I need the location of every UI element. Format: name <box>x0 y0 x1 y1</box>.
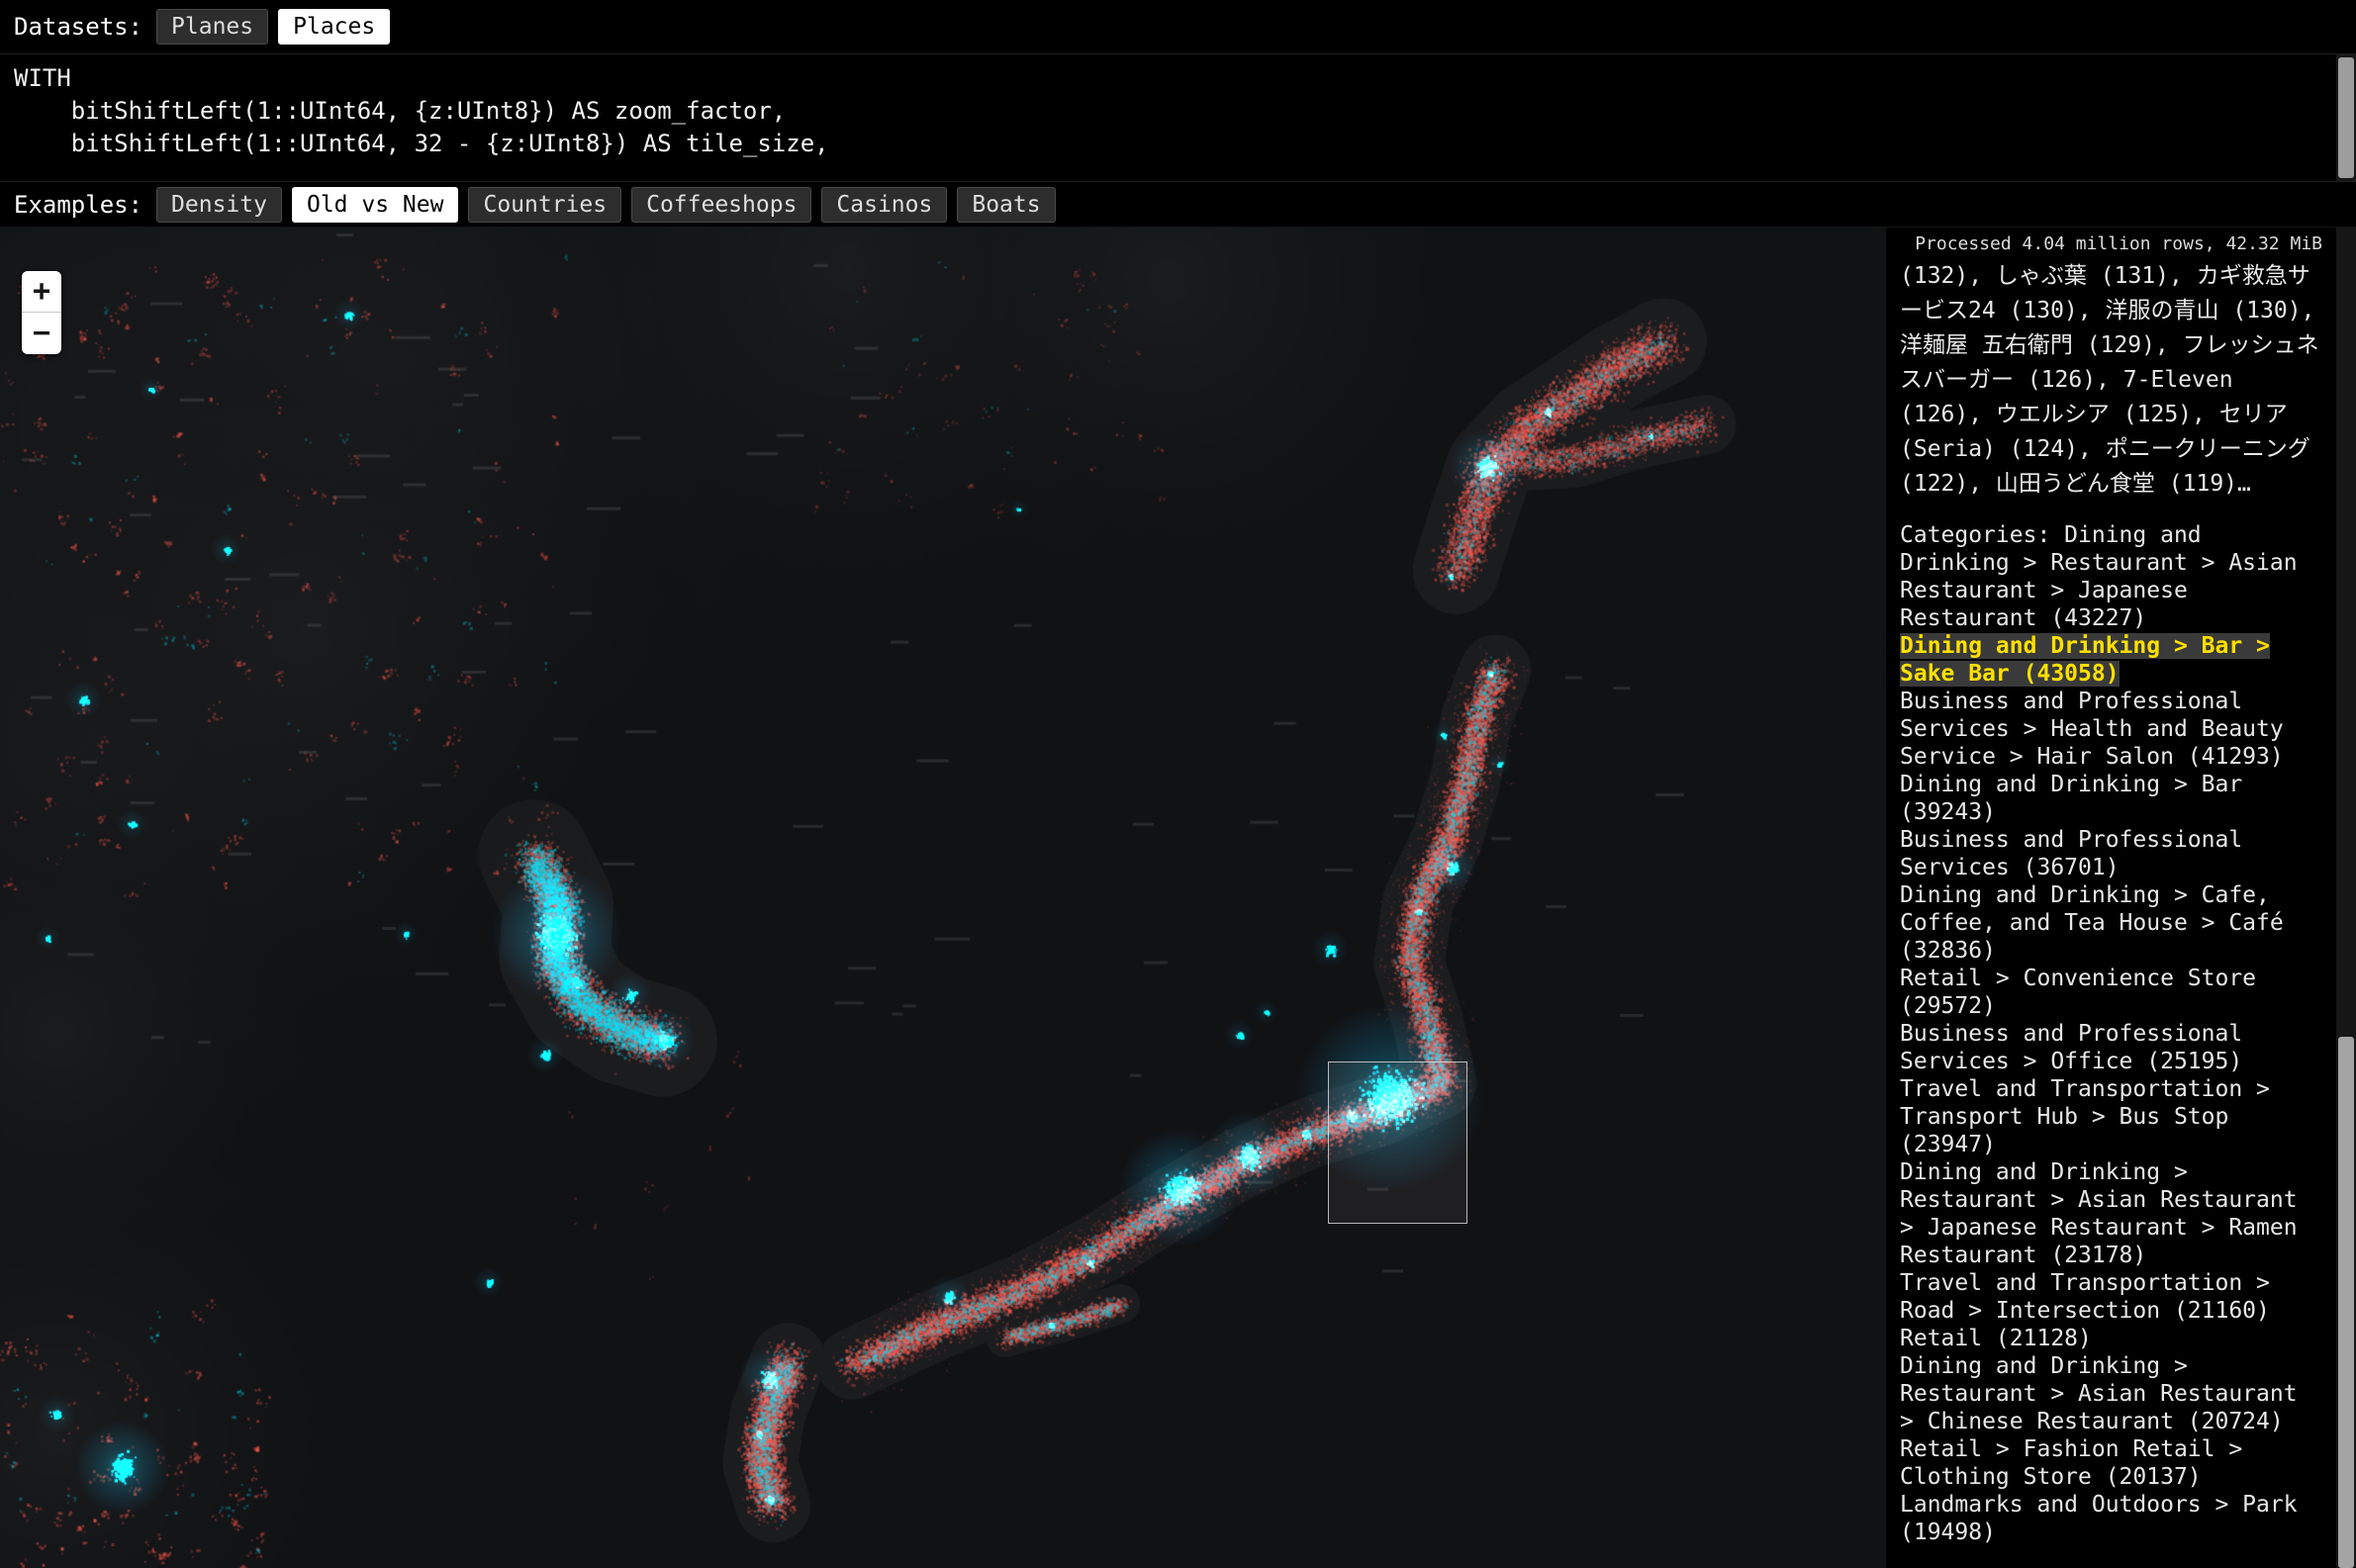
sql-editor[interactable]: WITH bitShiftLeft(1::UInt64, {z:UInt8}) … <box>0 53 2356 182</box>
sidebar-scrollbar[interactable] <box>2336 228 2356 1568</box>
category-item: Retail > Fashion Retail > Clothing Store… <box>1900 1435 2322 1491</box>
category-link[interactable]: Dining and Drinking > Bar (39243) <box>1900 772 2242 825</box>
category-link[interactable]: Travel and Transportation > Road > Inter… <box>1900 1270 2270 1324</box>
map-selection-box <box>1328 1061 1467 1224</box>
category-item: Travel and Transportation > Road > Inter… <box>1900 1269 2322 1325</box>
category-link[interactable]: Dining and Drinking > Restaurant > Asian… <box>1900 1159 2298 1268</box>
brands-list[interactable]: (132), しゃぶ葉 (131), カギ救急サービス24 (130), 洋服の… <box>1900 259 2322 502</box>
examples-bar: Examples: Density Old vs New Countries Coff… <box>0 182 2356 228</box>
sidebar: Processed 4.04 million rows, 42.32 MiB (… <box>1886 228 2336 1568</box>
status-text: Processed 4.04 million rows, 42.32 MiB <box>1900 231 2322 257</box>
app: Datasets: Planes Places WITH bitShiftLeft… <box>0 0 2356 1568</box>
category-link[interactable]: Retail (21128) <box>1900 1326 2092 1351</box>
category-item: Dining and Drinking > Cafe, Coffee, and … <box>1900 881 2322 965</box>
example-button-old-vs-new[interactable]: Old vs New <box>292 187 458 223</box>
category-item: Categories: Dining and Drinking > Restau… <box>1900 521 2322 632</box>
category-link[interactable]: Landmarks and Outdoors > Park (19498) <box>1900 1492 2298 1545</box>
example-button-countries[interactable]: Countries <box>468 187 621 223</box>
map-zoom-control: + − <box>22 271 61 354</box>
category-item: Retail (21128) <box>1900 1325 2322 1352</box>
category-link[interactable]: Retail > Fashion Retail > Clothing Store… <box>1900 1436 2242 1490</box>
category-item: Business and Professional Services > Off… <box>1900 1020 2322 1075</box>
sql-scrollbar-thumb[interactable] <box>2338 57 2354 178</box>
category-link[interactable]: Business and Professional Services > Off… <box>1900 1021 2242 1074</box>
category-item: Dining and Drinking > Bar (39243) <box>1900 771 2322 826</box>
zoom-in-button[interactable]: + <box>22 271 61 313</box>
example-button-casinos[interactable]: Casinos <box>821 187 947 223</box>
datasets-label: Datasets: <box>14 13 142 41</box>
datasets-buttons: Planes Places <box>156 9 390 45</box>
dataset-button-planes[interactable]: Planes <box>156 9 268 45</box>
datasets-bar: Datasets: Planes Places <box>0 0 2356 53</box>
category-link[interactable]: Dining and Drinking > Restaurant > Asian… <box>1900 1353 2298 1434</box>
example-button-coffeeshops[interactable]: Coffeeshops <box>631 187 811 223</box>
category-item: Landmarks and Outdoors > Park (19498) <box>1900 1491 2322 1546</box>
category-item: Dining and Drinking > Bar > Sake Bar (43… <box>1900 632 2322 688</box>
category-link[interactable]: Business and Professional Services > Hea… <box>1900 689 2284 770</box>
examples-label: Examples: <box>14 191 142 219</box>
zoom-out-button[interactable]: − <box>22 313 61 354</box>
category-item: Business and Professional Services > Hea… <box>1900 688 2322 771</box>
category-item: Dining and Drinking > Restaurant > Asian… <box>1900 1352 2322 1435</box>
main-area: + − Processed 4.04 million rows, 42.32 M… <box>0 228 2356 1568</box>
examples-buttons: Density Old vs New Countries Coffeeshops Cas… <box>156 187 1056 223</box>
category-item: Dining and Drinking > Restaurant > Asian… <box>1900 1158 2322 1269</box>
map-canvas[interactable] <box>0 228 1886 1568</box>
category-item: Retail > Convenience Store (29572) <box>1900 965 2322 1020</box>
categories-list: Categories: Dining and Drinking > Restau… <box>1900 521 2322 1546</box>
category-link[interactable]: Retail > Convenience Store (29572) <box>1900 966 2256 1019</box>
example-button-density[interactable]: Density <box>156 187 282 223</box>
category-link[interactable]: Business and Professional Services (3670… <box>1900 827 2242 880</box>
sql-scrollbar[interactable] <box>2336 54 2356 181</box>
dataset-button-places[interactable]: Places <box>278 9 390 45</box>
category-link[interactable]: Dining and Drinking > Cafe, Coffee, and … <box>1900 882 2284 964</box>
categories-label: Categories: <box>1900 522 2064 548</box>
map[interactable]: + − <box>0 228 1886 1568</box>
category-link-selected[interactable]: Dining and Drinking > Bar > Sake Bar (43… <box>1900 633 2270 687</box>
example-button-boats[interactable]: Boats <box>957 187 1055 223</box>
category-link[interactable]: Travel and Transportation > Transport Hu… <box>1900 1076 2270 1157</box>
sql-query-text[interactable]: WITH bitShiftLeft(1::UInt64, {z:UInt8}) … <box>14 62 2342 160</box>
category-item: Travel and Transportation > Transport Hu… <box>1900 1075 2322 1158</box>
category-item: Business and Professional Services (3670… <box>1900 826 2322 881</box>
sidebar-scrollbar-thumb[interactable] <box>2338 1037 2354 1568</box>
